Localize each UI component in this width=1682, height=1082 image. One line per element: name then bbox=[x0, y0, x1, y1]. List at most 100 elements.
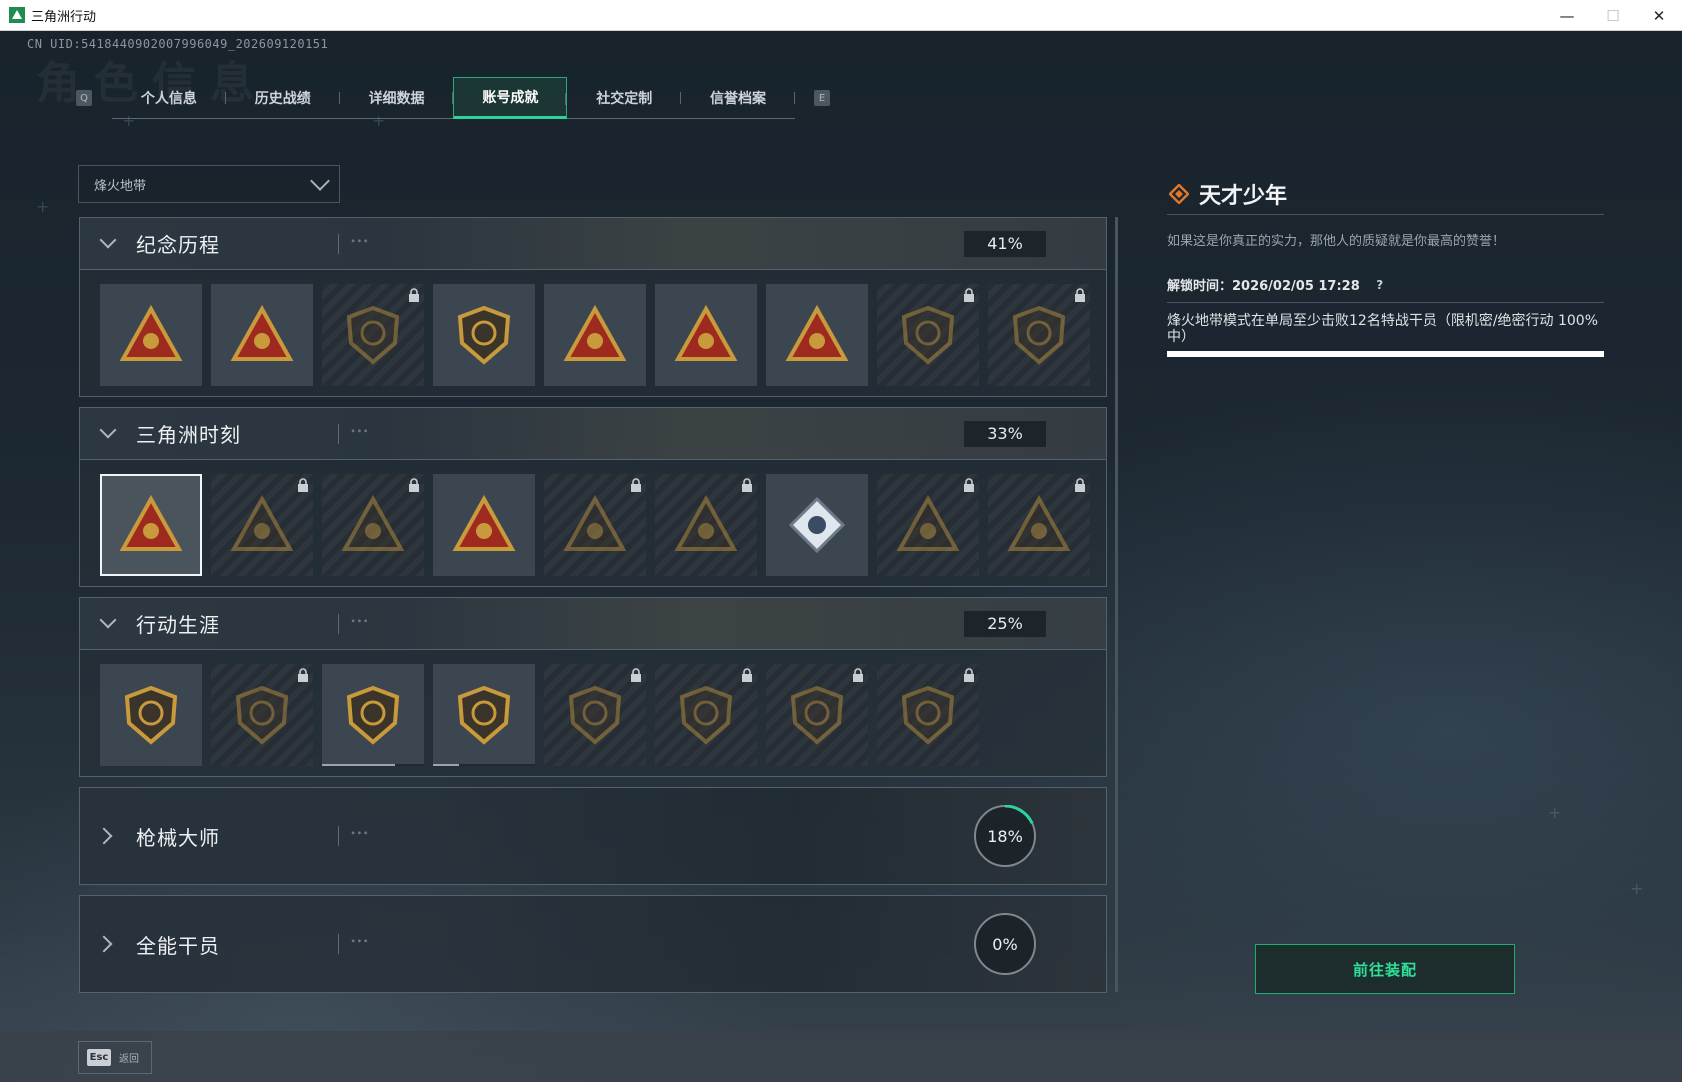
section-delta-moments: 三角洲时刻 33% bbox=[79, 407, 1107, 587]
tab-credit[interactable]: 信誉档案 bbox=[681, 77, 795, 119]
scrollbar[interactable] bbox=[1115, 217, 1118, 992]
achievement-badge[interactable] bbox=[655, 284, 757, 386]
progress-ring: 18% bbox=[974, 805, 1036, 867]
section-header[interactable]: 纪念历程 41% bbox=[80, 218, 1106, 270]
back-button[interactable]: Esc 返回 bbox=[78, 1041, 152, 1074]
lock-icon bbox=[1075, 288, 1085, 302]
divider bbox=[338, 233, 369, 254]
tab-social[interactable]: 社交定制 bbox=[567, 77, 681, 119]
chevron-down-icon[interactable] bbox=[99, 421, 117, 439]
go-equip-button[interactable]: 前往装配 bbox=[1255, 944, 1515, 994]
section-title: 枪械大师 bbox=[136, 825, 220, 850]
close-icon[interactable]: ✕ bbox=[1636, 0, 1682, 31]
section-header[interactable]: 行动生涯 25% bbox=[80, 598, 1106, 650]
tab-detailed-data[interactable]: 详细数据 bbox=[340, 77, 454, 119]
achievement-badge[interactable] bbox=[211, 664, 313, 766]
chevron-right-icon[interactable] bbox=[95, 827, 113, 845]
octagon-crest-badge-icon bbox=[1012, 305, 1066, 365]
lock-icon bbox=[964, 288, 974, 302]
section-header[interactable]: 枪械大师 18% bbox=[80, 788, 1106, 884]
police-badge-icon bbox=[346, 685, 400, 745]
bottom-bar: Esc 返回 bbox=[0, 1031, 1682, 1082]
achievement-badge[interactable] bbox=[877, 664, 979, 766]
achievement-name: 天才少年 bbox=[1199, 183, 1288, 209]
chevron-down-icon[interactable] bbox=[99, 231, 117, 249]
requirement-progress-bar bbox=[1167, 351, 1604, 357]
gold-medal-badge-icon bbox=[457, 305, 511, 365]
mode-dropdown[interactable]: 烽火地带 bbox=[78, 165, 340, 203]
section-percent: 25% bbox=[964, 610, 1046, 637]
achievement-badge[interactable] bbox=[988, 474, 1090, 576]
uid-text: CN UID:5418440902007996049_202609120151 bbox=[27, 37, 329, 51]
achievement-badge[interactable] bbox=[211, 284, 313, 386]
achievement-badge[interactable] bbox=[877, 284, 979, 386]
tab-bar: Q 个人信息 历史战绩 详细数据 账号成就 社交定制 信誉档案 E bbox=[76, 77, 830, 119]
star-medal-badge-icon bbox=[124, 685, 178, 745]
achievement-badge[interactable] bbox=[655, 664, 757, 766]
badge-progress-fill bbox=[433, 764, 459, 766]
section-title: 纪念历程 bbox=[136, 233, 220, 257]
help-icon[interactable]: ? bbox=[1372, 277, 1388, 293]
requirement-progress-fill bbox=[1167, 351, 1604, 357]
detail-header: 天才少年 bbox=[1167, 179, 1604, 215]
lock-icon bbox=[409, 478, 419, 492]
achievement-badge[interactable] bbox=[100, 664, 202, 766]
grid-cross-icon: + bbox=[1630, 879, 1644, 898]
lock-icon bbox=[409, 288, 419, 302]
tab-personal-info[interactable]: 个人信息 bbox=[112, 77, 226, 119]
helicopter-badge-icon bbox=[230, 304, 294, 361]
achievement-badge[interactable] bbox=[544, 474, 646, 576]
badge-progress-fill bbox=[322, 764, 396, 766]
window-title: 三角洲行动 bbox=[31, 9, 97, 25]
mode-dropdown-value: 烽火地带 bbox=[94, 178, 147, 194]
achievement-badge[interactable] bbox=[766, 664, 868, 766]
achievement-badge[interactable] bbox=[322, 474, 424, 576]
progress-ring-arc bbox=[974, 913, 1036, 975]
section-percent: 33% bbox=[964, 420, 1046, 447]
lock-icon bbox=[742, 478, 752, 492]
section-all-round-operator[interactable]: 全能干员 0% bbox=[79, 895, 1107, 993]
fighters-badge-icon bbox=[563, 494, 627, 551]
badge-progress-bar bbox=[322, 764, 424, 766]
tab-achievements[interactable]: 账号成就 bbox=[453, 77, 568, 119]
eagle-shield-badge-icon bbox=[901, 685, 955, 745]
number-two-badge-icon bbox=[785, 304, 849, 361]
game-screen: 角色信息 CN UID:5418440902007996049_20260912… bbox=[0, 31, 1682, 1082]
achievement-badge[interactable] bbox=[322, 284, 424, 386]
achievement-badge[interactable] bbox=[433, 474, 535, 576]
chevron-down-icon[interactable] bbox=[99, 611, 117, 629]
achievement-badge[interactable] bbox=[544, 664, 646, 766]
lock-icon bbox=[631, 668, 641, 682]
app-logo-icon bbox=[9, 7, 25, 23]
prev-tab-key[interactable]: Q bbox=[76, 90, 92, 106]
lock-icon bbox=[742, 668, 752, 682]
achievement-badge[interactable] bbox=[877, 474, 979, 576]
fish-triangle-badge-icon bbox=[674, 494, 738, 551]
section-weapon-master[interactable]: 枪械大师 18% bbox=[79, 787, 1107, 885]
section-header[interactable]: 全能干员 0% bbox=[80, 896, 1106, 992]
unlock-time-text: 解锁时间：2026/02/05 17:28 bbox=[1167, 279, 1360, 294]
star-triangle-badge-icon bbox=[341, 494, 405, 551]
achievement-badge[interactable] bbox=[433, 664, 535, 766]
achievement-badge[interactable] bbox=[988, 284, 1090, 386]
chevron-right-icon[interactable] bbox=[95, 935, 113, 953]
chevron-down-icon bbox=[310, 171, 330, 191]
section-header[interactable]: 三角洲时刻 33% bbox=[80, 408, 1106, 460]
achievement-badge[interactable] bbox=[322, 664, 424, 766]
achievement-description: 如果这是你真正的实力，那他人的质疑就是你最高的赞誉！ bbox=[1167, 234, 1506, 249]
squad-triangle-badge-icon bbox=[452, 494, 516, 551]
achievement-badge[interactable] bbox=[655, 474, 757, 576]
achievement-badge[interactable] bbox=[766, 474, 868, 576]
achievement-badge[interactable] bbox=[766, 284, 868, 386]
soldier-kneel-badge-icon bbox=[230, 494, 294, 551]
achievement-badge[interactable] bbox=[100, 474, 202, 576]
maximize-icon[interactable]: ☐ bbox=[1590, 0, 1636, 31]
achievement-badge[interactable] bbox=[100, 284, 202, 386]
achievement-badge[interactable] bbox=[211, 474, 313, 576]
next-tab-key[interactable]: E bbox=[814, 90, 830, 106]
tab-history[interactable]: 历史战绩 bbox=[226, 77, 340, 119]
achievement-badge[interactable] bbox=[544, 284, 646, 386]
operator-triangle-badge-icon bbox=[119, 494, 183, 551]
achievement-badge[interactable] bbox=[433, 284, 535, 386]
minimize-icon[interactable]: — bbox=[1544, 0, 1590, 31]
